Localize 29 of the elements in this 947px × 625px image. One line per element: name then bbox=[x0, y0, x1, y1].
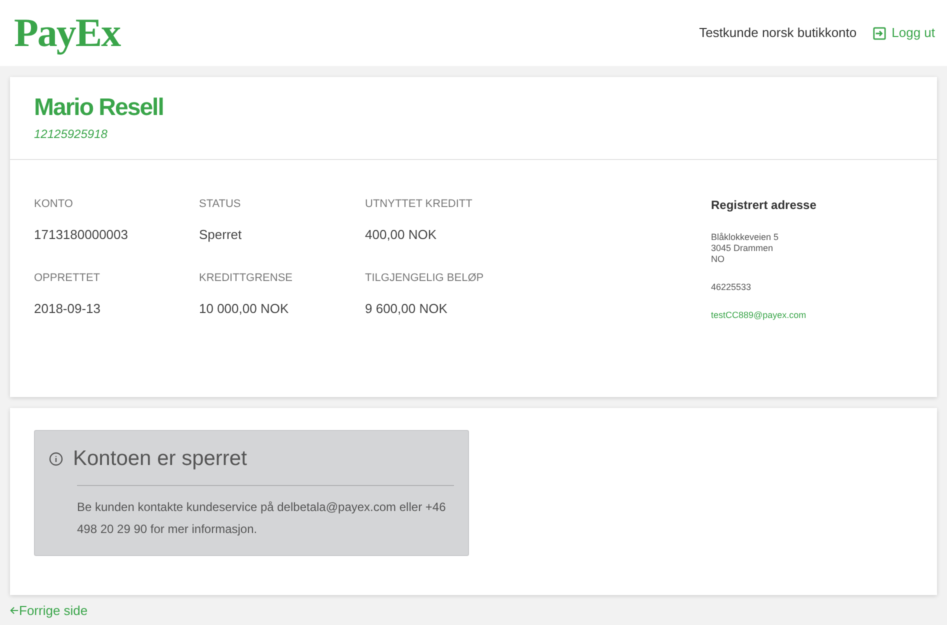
payex-logo: PayEx bbox=[14, 13, 120, 53]
address-title: Registrert adresse bbox=[711, 197, 816, 214]
field-label: UTNYTTET KREDITT bbox=[365, 197, 474, 212]
field-value: 400,00 NOK bbox=[365, 226, 438, 244]
address-line: Blåklokkeveien 5 bbox=[711, 232, 780, 243]
notice-title: Kontoen er sperret bbox=[73, 446, 247, 472]
field-value: Sperret bbox=[199, 226, 243, 244]
info-icon bbox=[49, 452, 63, 466]
field-label: OPPRETTET bbox=[34, 271, 102, 286]
phone-number: 46225533 bbox=[711, 281, 752, 294]
back-link[interactable]: Forrige side bbox=[10, 603, 88, 618]
field-label: STATUS bbox=[199, 197, 242, 212]
customer-name: Mario Resell bbox=[34, 93, 164, 123]
address-line: NO bbox=[711, 254, 726, 265]
field-label: KONTO bbox=[34, 197, 74, 212]
email-link[interactable]: testCC889@payex.com bbox=[711, 308, 816, 322]
notice-text: Be kunden kontakte kundeservice på delbetala@payex.com eller +46 498 20 29 90 for mer informasjon. bbox=[77, 498, 447, 538]
field-label: TILGJENGELIG BELØP bbox=[365, 271, 485, 286]
field-label: KREDITTGRENSE bbox=[199, 271, 294, 286]
customer-id: 12125925918 bbox=[34, 126, 108, 143]
field-value: 2018-09-13 bbox=[34, 300, 102, 318]
field-value: 9 600,00 NOK bbox=[365, 300, 448, 318]
logout-link[interactable]: Logg ut bbox=[872, 23, 935, 43]
field-value: 1713180000003 bbox=[34, 226, 129, 244]
back-arrow-icon bbox=[10, 606, 19, 615]
address-line: 3045 Drammen bbox=[711, 243, 774, 254]
logout-icon bbox=[872, 26, 886, 40]
store-name: Testkunde norsk butikkonto bbox=[699, 24, 857, 42]
field-value: 10 000,00 NOK bbox=[199, 300, 290, 318]
